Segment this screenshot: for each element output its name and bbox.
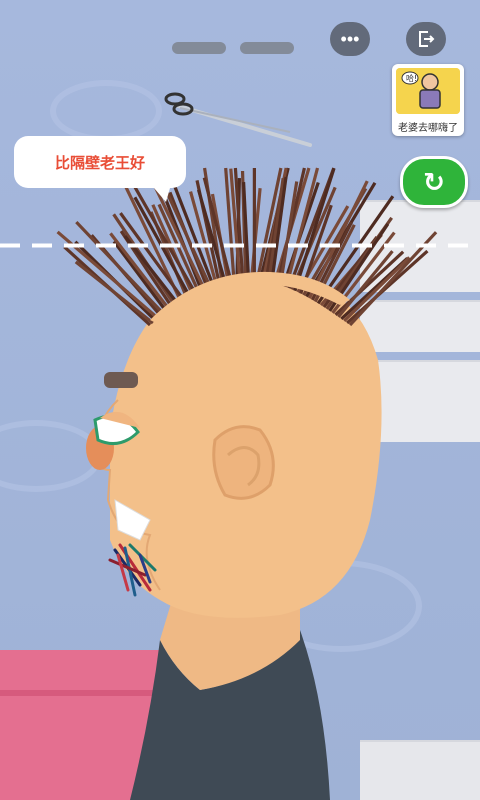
restart-button[interactable]: ↻ — [400, 156, 468, 208]
promo-image: 哈! — [396, 68, 460, 114]
hair-strand — [305, 181, 377, 298]
more-dots-icon: ••• — [340, 28, 360, 49]
more-button[interactable]: ••• — [330, 22, 370, 56]
exit-button[interactable] — [406, 22, 446, 56]
speech-bubble: 比隔壁老王好 — [14, 136, 186, 202]
top-indicator-pill — [172, 42, 226, 54]
speech-text: 比隔壁老王好 — [54, 154, 145, 172]
eyebrow — [104, 372, 138, 388]
ear — [212, 425, 275, 500]
restart-icon: ↻ — [423, 166, 445, 197]
promo-thumbnail[interactable]: 哈! 老婆去哪嗨了 — [392, 64, 464, 136]
promo-caption: 老婆去哪嗨了 — [398, 123, 458, 134]
svg-text:哈!: 哈! — [406, 73, 417, 83]
exit-icon — [419, 31, 435, 47]
scissors-icon — [164, 92, 312, 147]
cut-guide-line — [0, 243, 480, 248]
top-indicator-pill — [240, 42, 294, 54]
